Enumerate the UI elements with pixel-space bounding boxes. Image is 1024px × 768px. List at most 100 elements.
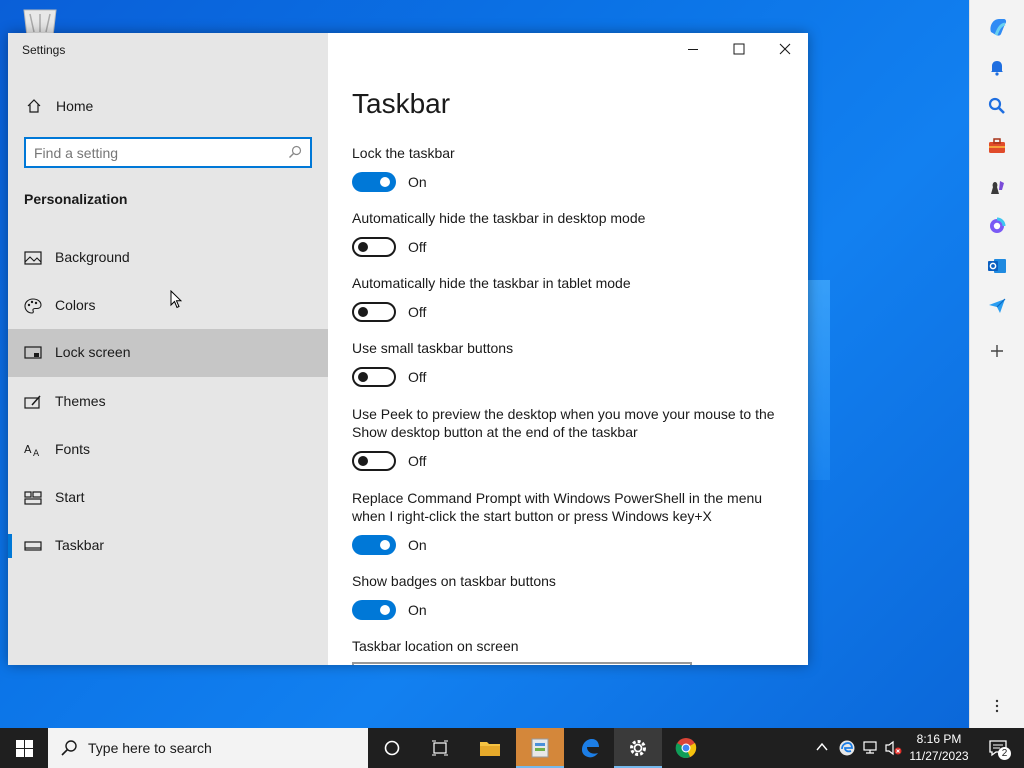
action-center-button[interactable]: 2 <box>976 728 1024 768</box>
chrome-button[interactable] <box>662 728 710 768</box>
setting-label: Taskbar location on screen <box>352 638 519 654</box>
nav-item-start[interactable]: Start <box>8 474 328 522</box>
nav-item-label: Lock screen <box>55 344 131 360</box>
toggle-state: On <box>408 537 427 553</box>
find-setting-search[interactable] <box>24 137 312 168</box>
edge-tray-icon[interactable] <box>838 739 856 757</box>
setting-peek: Use Peek to preview the desktop when you… <box>352 405 792 473</box>
nav-home[interactable]: Home <box>8 90 328 124</box>
taskbar-search-text: Type here to search <box>88 740 212 756</box>
copilot-icon[interactable] <box>987 16 1007 36</box>
setting-label: Use Peek to preview the desktop when you… <box>352 406 775 440</box>
nav-item-themes[interactable]: Themes <box>8 378 328 426</box>
more-options-icon[interactable] <box>987 696 1007 716</box>
setting-label: Automatically hide the taskbar in deskto… <box>352 210 646 226</box>
toggle-state: Off <box>408 239 427 255</box>
themes-icon <box>24 394 42 410</box>
close-button[interactable] <box>762 33 808 65</box>
svg-text:A: A <box>33 449 40 458</box>
cortana-icon <box>384 740 400 756</box>
nav-item-label: Themes <box>55 393 106 409</box>
edge-sidebar <box>969 0 1024 728</box>
autohide-desktop-toggle[interactable] <box>352 237 396 257</box>
nav-item-label: Taskbar <box>55 537 105 553</box>
autohide-tablet-toggle[interactable] <box>352 302 396 322</box>
home-icon <box>26 98 42 114</box>
settings-taskbar-button[interactable] <box>614 728 662 768</box>
clock-time: 8:16 PM <box>916 732 962 746</box>
nav-item-lock-screen[interactable]: Lock screen <box>8 329 328 377</box>
nav-item-label: Start <box>55 489 85 505</box>
nav-item-label: Fonts <box>55 441 91 457</box>
nav-item-taskbar[interactable]: Taskbar <box>8 522 328 570</box>
notification-badge: 2 <box>998 747 1011 760</box>
system-tray <box>812 728 902 768</box>
setting-label: Show badges on taskbar buttons <box>352 573 556 589</box>
windows-taskbar: Type here to search 8:16 PM 11/27/2023 2 <box>0 728 1024 768</box>
palette-icon <box>24 298 42 314</box>
settings-content-pane: Taskbar Lock the taskbar On Automaticall… <box>328 33 808 665</box>
send-icon[interactable] <box>987 296 1007 316</box>
nav-item-background[interactable]: Background <box>8 234 328 282</box>
setting-location: Taskbar location on screen <box>352 637 792 655</box>
find-setting-input[interactable] <box>34 143 274 163</box>
fonts-icon: AA <box>24 442 42 459</box>
section-heading: Personalization <box>24 191 128 207</box>
toggle-state: On <box>408 602 427 618</box>
taskbar-search-box[interactable]: Type here to search <box>48 728 368 768</box>
page-title: Taskbar <box>352 88 451 119</box>
mouse-cursor-icon <box>170 290 182 309</box>
nav-item-fonts[interactable]: AA Fonts <box>8 426 328 474</box>
badges-toggle[interactable] <box>352 600 396 620</box>
start-button[interactable] <box>0 728 48 768</box>
settings-nav-pane: Settings Home Personalization Background <box>8 33 328 665</box>
windows-logo-icon <box>16 740 33 757</box>
cortana-button[interactable] <box>368 728 416 768</box>
setting-label: Automatically hide the taskbar in tablet… <box>352 275 631 291</box>
games-icon[interactable] <box>987 176 1007 196</box>
small-buttons-toggle[interactable] <box>352 367 396 387</box>
toggle-state: On <box>408 174 427 190</box>
setting-label: Lock the taskbar <box>352 145 455 161</box>
m365-icon[interactable] <box>987 216 1007 236</box>
edge-icon <box>582 739 599 758</box>
search-icon <box>288 145 304 161</box>
image-icon <box>24 250 42 266</box>
taskbar-location-dropdown[interactable] <box>352 662 692 665</box>
clock[interactable]: 8:16 PM 11/27/2023 <box>906 731 972 765</box>
add-icon[interactable] <box>987 341 1007 361</box>
gear-icon <box>630 740 646 756</box>
edge-button[interactable] <box>566 728 614 768</box>
volume-muted-icon[interactable] <box>884 740 902 756</box>
settings-window: Settings Home Personalization Background <box>8 33 808 665</box>
search-icon[interactable] <box>987 96 1007 116</box>
task-view-button[interactable] <box>416 728 464 768</box>
nav-home-label: Home <box>56 98 94 114</box>
nav-item-colors[interactable]: Colors <box>8 282 328 330</box>
svg-text:A: A <box>24 443 32 456</box>
toolbox-icon[interactable] <box>987 136 1007 156</box>
window-title: Settings <box>22 43 66 57</box>
setting-label: Use small taskbar buttons <box>352 340 514 356</box>
network-icon[interactable] <box>862 740 880 756</box>
peek-toggle[interactable] <box>352 451 396 471</box>
bell-icon[interactable] <box>987 57 1007 77</box>
nav-item-label: Colors <box>55 297 96 313</box>
setting-small-buttons: Use small taskbar buttons Off <box>352 339 792 389</box>
toggle-state: Off <box>408 304 427 320</box>
recycle-taskbar-button[interactable] <box>516 728 564 768</box>
minimize-button[interactable] <box>670 33 716 65</box>
maximize-icon <box>733 43 745 55</box>
lock-taskbar-toggle[interactable] <box>352 172 396 192</box>
start-icon <box>24 490 42 506</box>
search-icon <box>61 740 77 756</box>
recycle-bin-icon[interactable] <box>20 6 60 37</box>
outlook-icon[interactable] <box>987 256 1007 276</box>
file-explorer-button[interactable] <box>466 728 514 768</box>
toggle-state: Off <box>408 369 427 385</box>
maximize-button[interactable] <box>716 33 762 65</box>
setting-powershell: Replace Command Prompt with Windows Powe… <box>352 489 792 557</box>
close-icon <box>779 43 791 55</box>
powershell-toggle[interactable] <box>352 535 396 555</box>
chevron-up-icon[interactable] <box>816 742 828 752</box>
